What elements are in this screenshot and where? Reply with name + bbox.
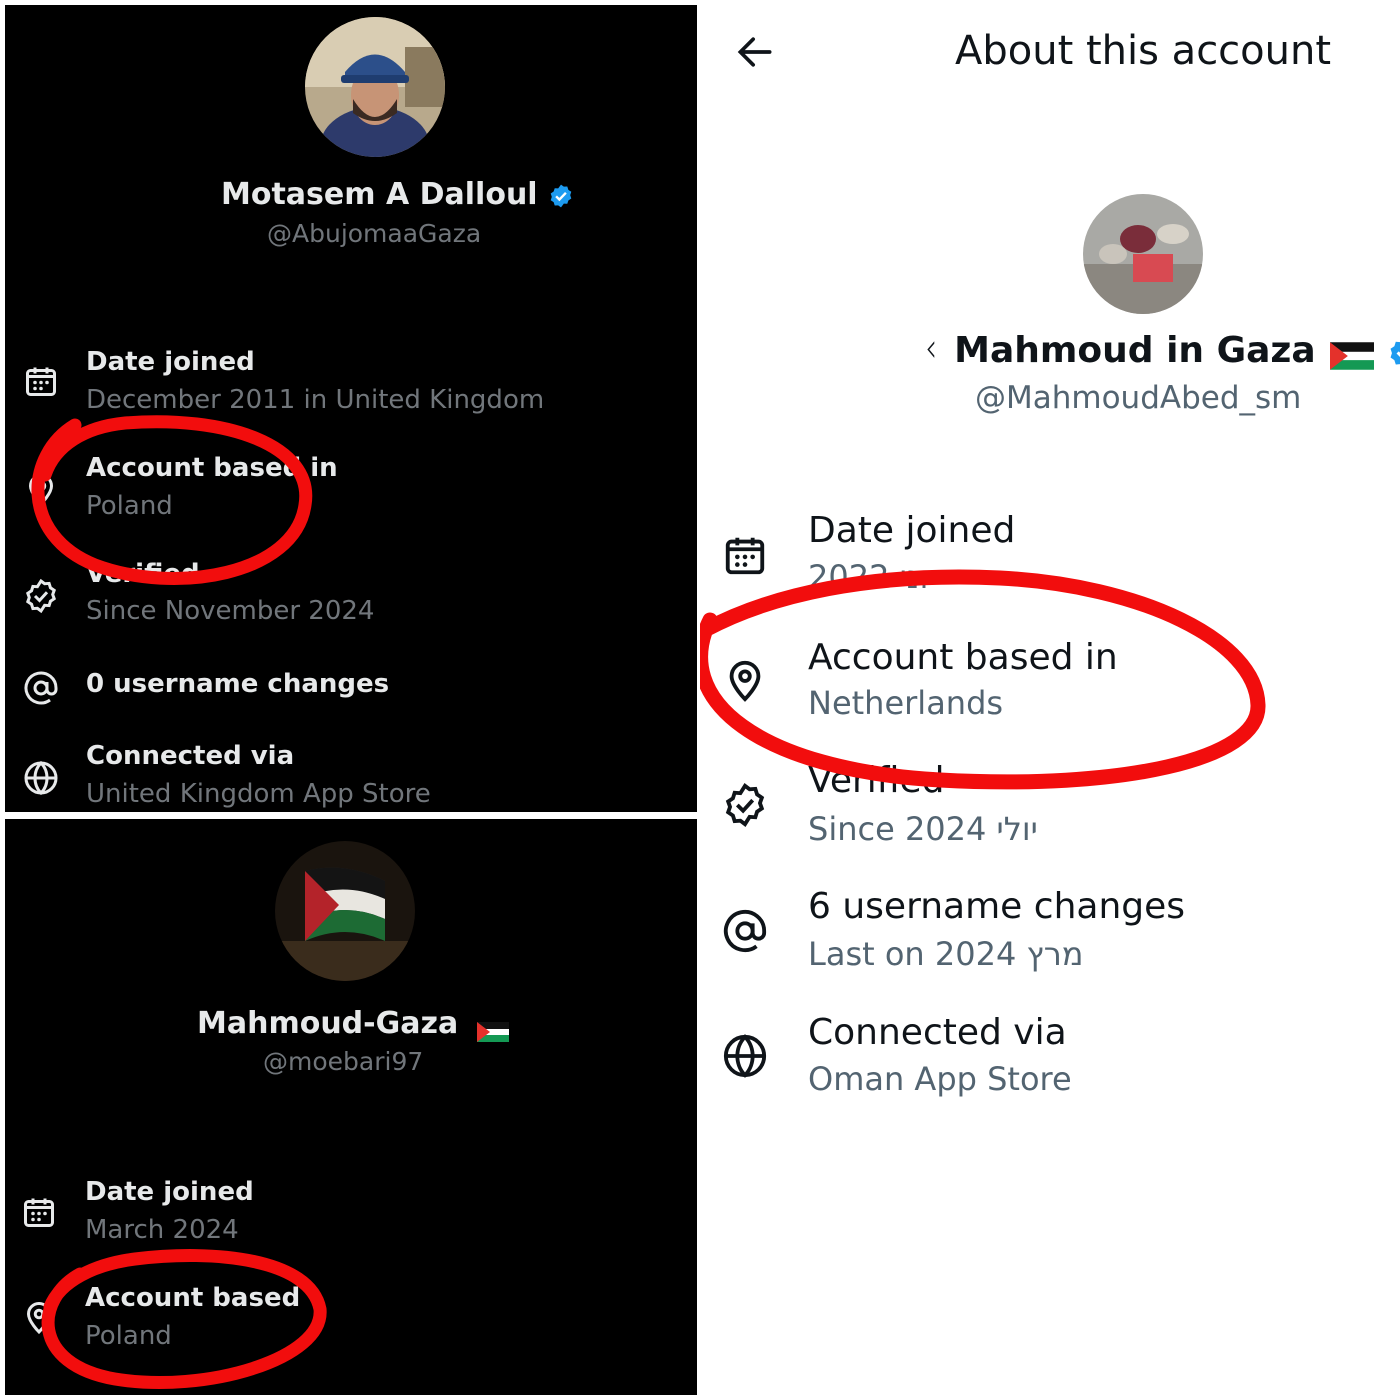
profile-name-text: Motasem A Dalloul [221,177,538,212]
row-verified-title: Verified [808,760,945,801]
globe-icon [723,1034,767,1078]
at-icon [723,909,767,953]
row-verified-value: Since November 2024 [86,596,375,626]
row-date-joined-title: Date joined [85,1177,254,1207]
profile-avatar[interactable] [1083,194,1203,314]
location-icon [28,474,54,507]
avatar-photo [305,17,445,157]
row-account-based-title: Account based in [86,453,338,483]
verified-icon [25,578,57,614]
profile-handle: @MahmoudAbed_sm [975,380,1302,416]
avatar-photo [1083,194,1203,314]
profile-name-text: Mahmoud-Gaza [197,1006,459,1041]
globe-icon [24,760,58,796]
calendar-icon [725,537,765,575]
row-account-based-value: Netherlands [808,684,1004,722]
profile-panel-dalloul: Motasem A Dalloul @AbujomaaGaza Date joi… [5,5,697,812]
profile-handle: @moebari97 [263,1047,424,1076]
arrow-left-icon[interactable] [733,30,777,74]
row-connected-via-title: Connected via [86,741,295,771]
profile-name: ᚲ Mahmoud in Gaza [920,330,1400,371]
location-icon [729,660,761,702]
calendar-icon [24,1198,54,1227]
at-icon [24,671,58,705]
row-connected-via-value: United Kingdom App Store [86,779,431,809]
profile-panel-mahmoud-gaza: Mahmoud-Gaza @moebari97 Date joined Marc… [5,819,697,1395]
verified-badge-icon[interactable] [548,183,574,209]
about-this-account-panel: About this account ᚲ Mahmoud in Gaza @Ma [700,0,1400,1400]
verified-icon [725,783,765,827]
profile-avatar[interactable] [305,17,445,157]
palestine-flag-icon [476,1015,509,1042]
row-username-changes-title: 0 username changes [86,669,390,699]
row-connected-via-value: Oman App Store [808,1060,1072,1098]
row-account-based-title: Account based [85,1283,301,1313]
palestine-flag-icon [1330,338,1375,370]
row-date-joined-title: Date joined [808,510,1016,551]
row-connected-via-title: Connected via [808,1012,1067,1053]
verified-badge-icon[interactable] [1387,335,1400,369]
profile-name: Motasem A Dalloul [221,177,574,212]
row-verified-title: Verified [86,559,200,589]
row-date-joined-value: March 2024 [85,1215,239,1245]
row-username-changes-value: Last on 2024 מרץ [808,935,1084,973]
page-title: About this account [955,28,1332,74]
location-icon [26,1302,52,1335]
red-circle-annotation [700,569,1266,790]
row-verified-value: Since 2024 יולי [808,810,1038,848]
panel-divider [0,812,700,819]
row-account-based-value: Poland [85,1321,172,1351]
profile-name-prefix: ᚲ [920,330,942,371]
row-date-joined-value: 2022 יוני [808,558,936,596]
profile-avatar[interactable] [275,841,415,981]
profile-name-text: Mahmoud in Gaza [954,330,1316,371]
avatar-flag-image [275,841,415,981]
row-account-based-value: Poland [86,491,173,521]
row-date-joined-value: December 2011 in United Kingdom [86,385,545,415]
profile-name: Mahmoud-Gaza [197,1006,509,1042]
row-date-joined-title: Date joined [86,347,255,377]
row-username-changes-title: 6 username changes [808,886,1186,927]
calendar-icon [26,367,56,396]
profile-handle: @AbujomaaGaza [267,219,482,248]
row-account-based-title: Account based in [808,637,1118,678]
